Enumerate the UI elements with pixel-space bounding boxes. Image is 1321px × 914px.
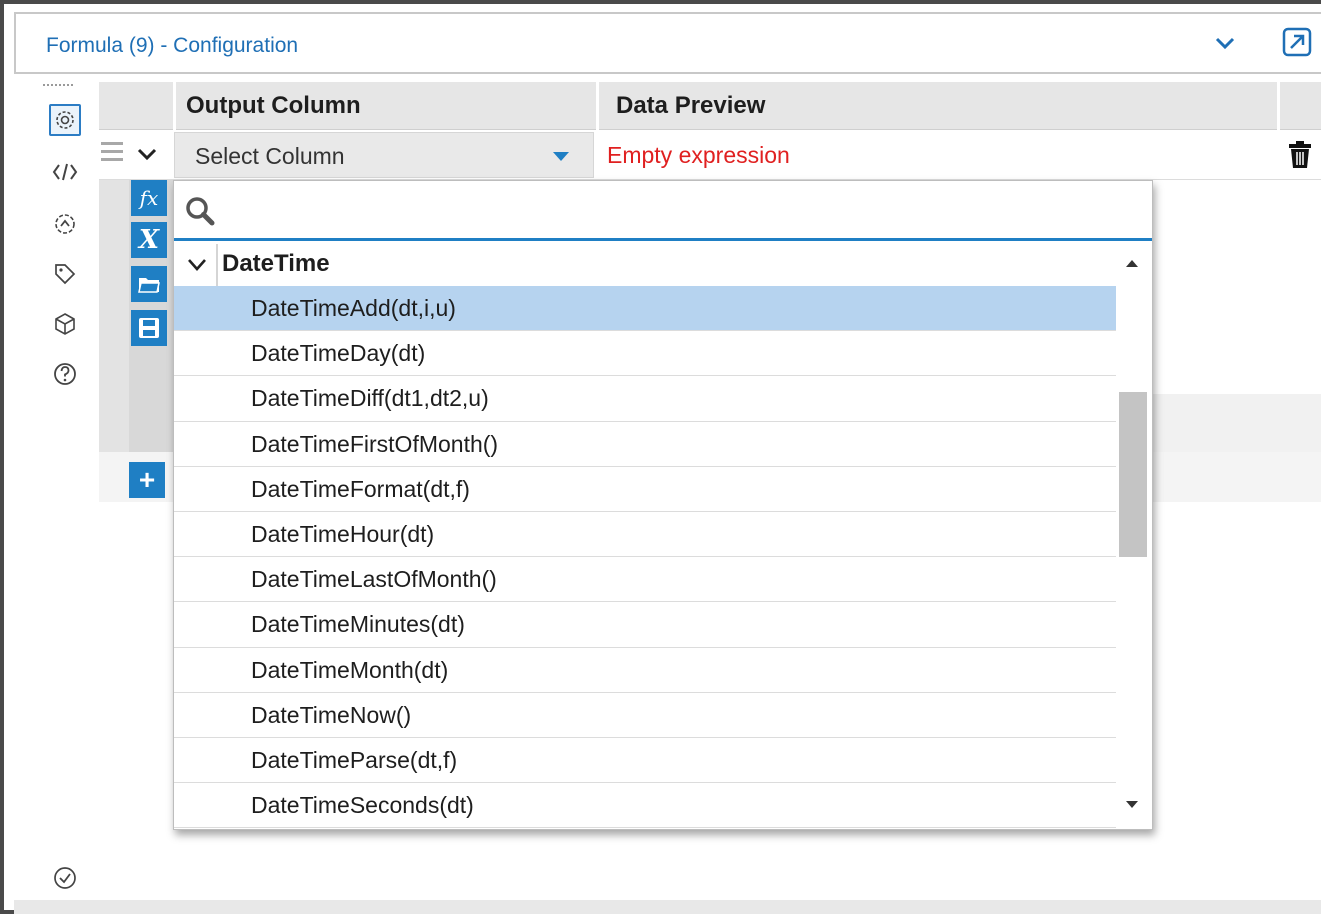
function-list-item[interactable]: DateTimeParse(dt,f) bbox=[174, 737, 1116, 784]
left-rail bbox=[19, 76, 96, 904]
variables-button[interactable]: X bbox=[131, 222, 167, 258]
list-scrollbar[interactable] bbox=[1117, 244, 1149, 826]
function-name: DateTimeFormat(dt,f) bbox=[251, 475, 470, 502]
function-list-item[interactable]: DateTimeMonth(dt) bbox=[174, 647, 1116, 693]
rail-grip[interactable] bbox=[43, 84, 73, 88]
trash-icon[interactable] bbox=[1287, 140, 1313, 170]
code-icon[interactable] bbox=[49, 156, 81, 188]
function-name: DateTimeSeconds(dt) bbox=[251, 792, 474, 819]
add-formula-button[interactable]: + bbox=[129, 462, 165, 498]
cube-icon[interactable] bbox=[49, 308, 81, 340]
table-row: Select Column Empty expression bbox=[99, 130, 1321, 180]
function-name: DateTimeMinutes(dt) bbox=[251, 611, 465, 638]
output-column-select[interactable]: Select Column bbox=[174, 132, 594, 178]
function-button[interactable]: fx bbox=[131, 180, 167, 216]
function-name: DateTimeNow() bbox=[251, 701, 412, 728]
gear-icon[interactable] bbox=[49, 104, 81, 136]
column-header-preview: Data Preview bbox=[616, 92, 766, 119]
group-header-datetime[interactable]: DateTime bbox=[174, 244, 1116, 286]
function-list-item[interactable]: DateTimeFirstOfMonth() bbox=[174, 421, 1116, 467]
function-list-item[interactable]: DateTimeHour(dt) bbox=[174, 511, 1116, 558]
annotation-icon[interactable] bbox=[49, 208, 81, 240]
header-separator bbox=[1277, 82, 1280, 130]
drag-handle-icon[interactable] bbox=[101, 142, 123, 168]
table-header: Output Column Data Preview bbox=[99, 82, 1321, 130]
popout-icon[interactable] bbox=[1281, 26, 1313, 58]
scroll-down-arrow-icon[interactable] bbox=[1126, 801, 1138, 808]
column-header-output: Output Column bbox=[186, 92, 361, 119]
header-separator bbox=[596, 82, 599, 130]
data-preview-value: Empty expression bbox=[607, 142, 790, 168]
x-label: X bbox=[138, 225, 160, 255]
dropdown-arrow-icon bbox=[553, 152, 569, 161]
function-search-input[interactable] bbox=[224, 191, 1124, 231]
function-list-item[interactable]: DateTimeDay(dt) bbox=[174, 331, 1116, 377]
function-name: DateTimeFirstOfMonth() bbox=[251, 430, 499, 457]
function-name: DateTimeHour(dt) bbox=[251, 520, 435, 547]
help-icon[interactable] bbox=[49, 358, 81, 390]
scroll-up-arrow-icon[interactable] bbox=[1126, 260, 1138, 267]
row-collapse-chevron-icon[interactable] bbox=[135, 142, 159, 166]
function-picker-popup: DateTime DateTimeAdd(dt,i,u) DateTimeDay(… bbox=[173, 180, 1153, 830]
title-bar: Formula (9) - Configuration bbox=[14, 12, 1321, 74]
check-circle-icon[interactable] bbox=[49, 862, 81, 894]
header-separator bbox=[173, 82, 176, 130]
function-list-item[interactable]: DateTimeSeconds(dt) bbox=[174, 783, 1116, 829]
formula-configuration-window: Formula (9) - Configuration Output Colum… bbox=[0, 0, 1321, 914]
function-name: DateTimeDay(dt) bbox=[251, 340, 426, 367]
function-list-item[interactable]: DateTimeFormat(dt,f) bbox=[174, 466, 1116, 512]
function-list-item[interactable]: DateTimeDiff(dt1,dt2,u) bbox=[174, 376, 1116, 422]
function-list: DateTimeAdd(dt,i,u) DateTimeDay(dt) DateTi… bbox=[174, 286, 1116, 829]
function-name: DateTimeMonth(dt) bbox=[251, 656, 449, 683]
group-separator bbox=[216, 244, 218, 286]
function-list-item[interactable]: DateTimeLastOfMonth() bbox=[174, 557, 1116, 603]
save-icon[interactable] bbox=[131, 310, 167, 346]
open-folder-icon[interactable] bbox=[131, 266, 167, 302]
function-name: DateTimeParse(dt,f) bbox=[251, 746, 458, 773]
chevron-down-icon[interactable] bbox=[1212, 30, 1238, 56]
tag-icon[interactable] bbox=[49, 258, 81, 290]
search-icon bbox=[184, 195, 216, 227]
function-name: DateTimeLastOfMonth() bbox=[251, 566, 497, 593]
select-column-value: Select Column bbox=[195, 143, 345, 169]
window-title: Formula (9) - Configuration bbox=[46, 34, 299, 57]
function-list-item[interactable]: DateTimeNow() bbox=[174, 692, 1116, 738]
function-search-bar bbox=[174, 181, 1152, 241]
function-name: DateTimeAdd(dt,i,u) bbox=[251, 295, 456, 321]
bottom-border bbox=[14, 900, 1321, 914]
function-list-item[interactable]: DateTimeAdd(dt,i,u) bbox=[174, 286, 1116, 332]
fx-label: fx bbox=[139, 186, 159, 210]
chevron-down-icon bbox=[186, 256, 208, 274]
function-list-item[interactable]: DateTimeMinutes(dt) bbox=[174, 602, 1116, 648]
scroll-thumb[interactable] bbox=[1119, 392, 1147, 557]
group-label: DateTime bbox=[222, 250, 330, 277]
function-name: DateTimeDiff(dt1,dt2,u) bbox=[251, 385, 489, 412]
